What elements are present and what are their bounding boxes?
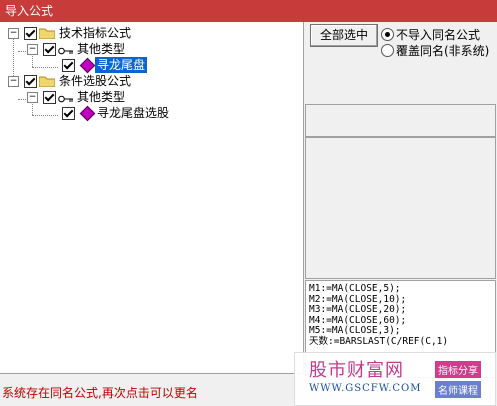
formula-icon (79, 57, 96, 74)
title-bar: 导入公式 (0, 0, 497, 22)
import-formula-dialog: 导入公式 − 技术指标公式 − 其他类型 寻龙尾盘 − 条件选股公式 − 其他类… (0, 0, 497, 406)
watermark-url: WWW.GSCFW.COM (309, 383, 422, 394)
watermark: 股市财富网 WWW.GSCFW.COM 指标分享 名师课程 (294, 352, 496, 406)
watermark-tag-indicator: 指标分享 (435, 361, 481, 378)
tree-node-label: 技术指标公式 (59, 26, 132, 40)
tree-node-checkbox[interactable] (24, 75, 37, 88)
tree-node-checkbox[interactable] (43, 43, 56, 56)
folder-icon (38, 75, 56, 88)
tree-node-label: 寻龙尾盘选股 (97, 106, 170, 120)
overwrite-radio[interactable] (381, 44, 394, 57)
info-panel-top (305, 104, 496, 137)
collapse-toggle[interactable]: − (8, 28, 19, 39)
formula-icon (79, 105, 96, 122)
folder-icon (38, 27, 56, 40)
tree-node-checkbox[interactable] (43, 91, 56, 104)
tree-node-label: 条件选股公式 (59, 74, 132, 88)
select-all-button[interactable]: 全部选中 (310, 24, 378, 47)
no-import-radio[interactable] (381, 28, 394, 41)
tree-node-checkbox[interactable] (62, 107, 75, 120)
code-line: 天数:=BARSLAST(C/REF(C,1) (309, 335, 449, 347)
watermark-title: 股市财富网 (309, 360, 404, 381)
key-icon (58, 92, 74, 103)
overwrite-label: 覆盖同名(非系统) (396, 44, 490, 58)
tree-node-label: 其他类型 (77, 42, 126, 56)
key-icon (58, 44, 74, 55)
code-line: M3:=MA(CLOSE,20); (309, 304, 407, 315)
code-line: M5:=MA(CLOSE,3); (309, 325, 401, 336)
tree-node-checkbox[interactable] (24, 27, 37, 40)
watermark-tag-course: 名师课程 (435, 381, 481, 398)
tree-node-label-selected: 寻龙尾盘 (95, 57, 148, 73)
tree-connector (32, 115, 58, 116)
tree-connector (32, 67, 58, 68)
status-message: 系统存在同名公式,再次点击可以更名 (2, 386, 198, 400)
collapse-toggle[interactable]: − (8, 76, 19, 87)
formula-tree[interactable]: − 技术指标公式 − 其他类型 寻龙尾盘 − 条件选股公式 − 其他类型 寻龙尾… (0, 22, 304, 374)
tree-node-checkbox[interactable] (62, 59, 75, 72)
info-panel-middle (305, 137, 496, 279)
collapse-toggle[interactable]: − (27, 44, 38, 55)
window-title: 导入公式 (5, 4, 54, 18)
collapse-toggle[interactable]: − (27, 92, 38, 103)
tree-node-label: 其他类型 (77, 90, 126, 104)
no-import-label: 不导入同名公式 (396, 28, 481, 42)
code-line: M1:=MA(CLOSE,5); (309, 283, 401, 294)
